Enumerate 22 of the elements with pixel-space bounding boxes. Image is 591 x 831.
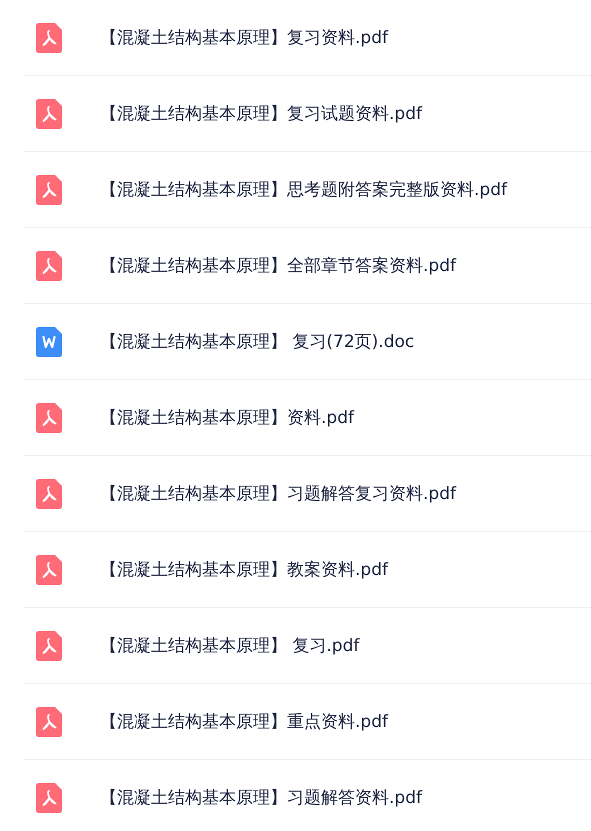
file-name[interactable]: 【混凝土结构基本原理】思考题附答案完整版资料.pdf — [100, 178, 507, 201]
pdf-file-icon — [36, 250, 62, 280]
pdf-file-icon — [36, 98, 62, 128]
file-name[interactable]: 【混凝土结构基本原理】资料.pdf — [100, 406, 354, 429]
pdf-file-icon — [36, 174, 62, 204]
pdf-file-icon — [36, 782, 62, 812]
pdf-file-icon — [36, 630, 62, 660]
pdf-file-icon — [36, 554, 62, 584]
file-name[interactable]: 【混凝土结构基本原理】全部章节答案资料.pdf — [100, 254, 456, 277]
file-name[interactable]: 【混凝土结构基本原理】复习试题资料.pdf — [100, 102, 422, 125]
file-name[interactable]: 【混凝土结构基本原理】 复习.pdf — [100, 634, 360, 657]
pdf-file-icon — [36, 402, 62, 432]
file-name[interactable]: 【混凝土结构基本原理】习题解答资料.pdf — [100, 786, 422, 809]
file-name[interactable]: 【混凝土结构基本原理】教案资料.pdf — [100, 558, 388, 581]
word-file-icon — [36, 326, 62, 356]
pdf-file-icon — [36, 478, 62, 508]
file-name[interactable]: 【混凝土结构基本原理】重点资料.pdf — [100, 710, 388, 733]
pdf-file-icon — [36, 22, 62, 52]
file-name[interactable]: 【混凝土结构基本原理】复习资料.pdf — [100, 26, 388, 49]
file-name[interactable]: 【混凝土结构基本原理】习题解答复习资料.pdf — [100, 482, 456, 505]
pdf-file-icon — [36, 706, 62, 736]
file-name[interactable]: 【混凝土结构基本原理】 复习(72页).doc — [100, 330, 414, 353]
